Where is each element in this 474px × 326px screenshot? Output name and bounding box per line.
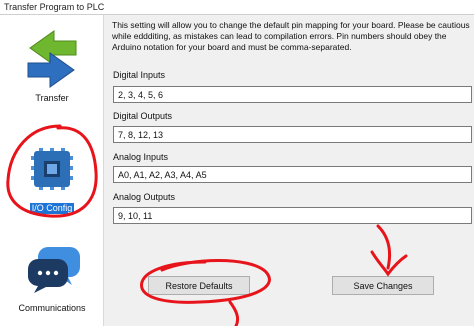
description-text: This setting will allow you to change th… — [112, 20, 470, 52]
digital-outputs-label: Digital Outputs — [113, 111, 173, 121]
sidebar: Transfer I/O Config Communications — [0, 15, 104, 326]
analog-outputs-label: Analog Outputs — [113, 192, 176, 202]
digital-inputs-field[interactable] — [113, 86, 472, 103]
analog-inputs-field[interactable] — [113, 166, 472, 183]
sidebar-item-transfer[interactable]: Transfer — [0, 15, 104, 115]
sidebar-item-communications[interactable]: Communications — [0, 231, 104, 321]
restore-defaults-button[interactable]: Restore Defaults — [148, 276, 250, 295]
sidebar-item-io-config[interactable]: I/O Config — [0, 131, 104, 221]
digital-outputs-field[interactable] — [113, 126, 472, 143]
save-changes-button[interactable]: Save Changes — [332, 276, 434, 295]
analog-outputs-field[interactable] — [113, 207, 472, 224]
io-config-panel: This setting will allow you to change th… — [104, 15, 474, 326]
sidebar-item-label: I/O Config — [30, 203, 74, 214]
chip-board-icon — [31, 148, 73, 190]
digital-inputs-label: Digital Inputs — [113, 70, 166, 80]
chat-bubbles-icon — [28, 247, 80, 293]
sidebar-item-label: Communications — [18, 303, 86, 313]
transfer-arrows-icon — [27, 30, 77, 88]
analog-inputs-label: Analog Inputs — [113, 152, 169, 162]
window-title: Transfer Program to PLC — [0, 0, 474, 14]
sidebar-item-label: Transfer — [35, 93, 69, 103]
